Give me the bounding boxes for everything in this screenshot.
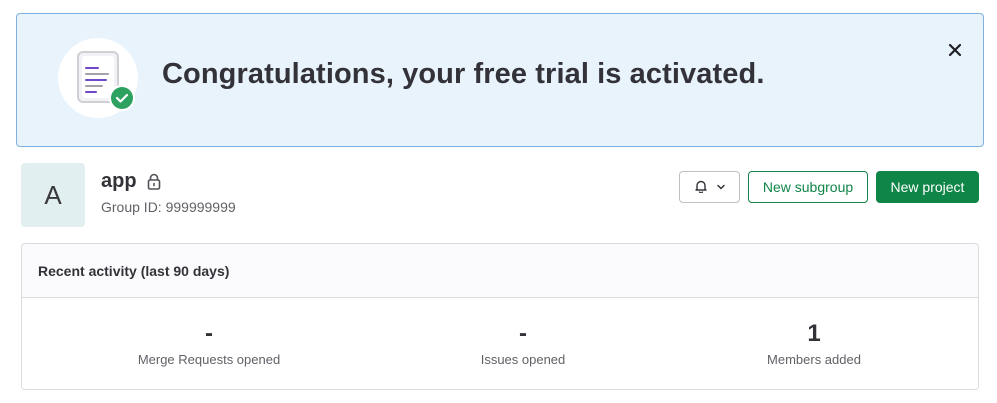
stat-issues: - Issues opened (393, 320, 653, 367)
stat-value: - (205, 320, 213, 347)
stat-members: 1 Members added (684, 320, 944, 367)
group-id: Group ID: 999999999 (101, 199, 236, 215)
stat-value: - (519, 320, 527, 347)
new-project-button[interactable]: New project (876, 171, 979, 203)
lock-icon (147, 173, 161, 191)
group-avatar: A (21, 163, 85, 227)
stat-label: Merge Requests opened (137, 352, 281, 367)
banner-message: Congratulations, your free trial is acti… (162, 58, 765, 90)
group-name[interactable]: app (101, 170, 137, 193)
notification-settings-button[interactable] (679, 171, 740, 203)
group-title-row: app (101, 170, 161, 193)
stat-merge-requests: - Merge Requests opened (79, 320, 339, 367)
close-icon[interactable] (945, 40, 965, 60)
trial-activated-banner: Congratulations, your free trial is acti… (16, 13, 984, 147)
bell-icon (694, 179, 708, 196)
recent-activity-card: Recent activity (last 90 days) - Merge R… (21, 243, 979, 390)
stat-label: Members added (767, 352, 861, 367)
new-subgroup-button[interactable]: New subgroup (748, 171, 868, 203)
chevron-down-icon (716, 179, 726, 195)
document-check-illustration-icon (58, 38, 138, 118)
recent-activity-title: Recent activity (last 90 days) (22, 244, 978, 298)
avatar-letter: A (44, 179, 62, 210)
stat-label: Issues opened (480, 352, 566, 367)
stat-value: 1 (807, 320, 821, 347)
